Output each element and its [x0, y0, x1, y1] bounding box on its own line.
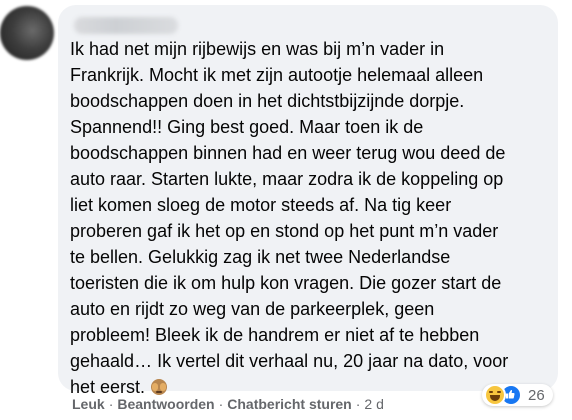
separator-dot: ·	[355, 396, 361, 412]
comment-line: Spannend!! Ging best goed. Maar toen ik …	[70, 117, 424, 137]
haha-icon	[484, 384, 506, 406]
separator-dot: ·	[108, 396, 114, 412]
comment-line: gehaald… Ik vertel dit verhaal nu, 20 ja…	[70, 351, 509, 371]
comment-line: auto en rijdt zo weg van de parkeerplek,…	[70, 299, 435, 319]
comment-actions: Leuk · Beantwoorden · Chatbericht sturen · 2 d	[72, 396, 384, 412]
comment-line: het eerst.	[70, 377, 146, 397]
comment-line: Frankrijk. Mocht ik met zijn autootje he…	[70, 65, 484, 85]
comment-line: te bellen. Gelukkig zag ik net twee Nede…	[70, 247, 451, 267]
avatar[interactable]	[0, 6, 54, 60]
comment-text: Ik had net mijn rijbewijs en was bij m’n…	[70, 36, 550, 400]
comment-line: Ik had net mijn rijbewijs en was bij m’n…	[70, 39, 445, 59]
comment-line: probleem! Bleek ik de handrem er niet af…	[70, 325, 480, 345]
message-button[interactable]: Chatbericht sturen	[227, 396, 351, 412]
like-button[interactable]: Leuk	[72, 396, 105, 412]
comment-line: auto raar. Starten lukte, maar zodra ik …	[70, 169, 504, 189]
comment-line: proberen gaf ik het op en stond op het p…	[70, 221, 499, 241]
timestamp[interactable]: 2 d	[364, 396, 383, 412]
reply-button[interactable]: Beantwoorden	[117, 396, 214, 412]
reaction-count: 26	[528, 386, 545, 404]
comment-line: liet komen sloeg de motor steeds af. Na …	[70, 195, 452, 215]
comment-line: boodschappen binnen had en weer terug wo…	[70, 143, 506, 163]
reactions-summary[interactable]: 26	[482, 384, 553, 406]
comment-line: boodschappen doen in het dichtstbijzijnd…	[70, 91, 465, 111]
separator-dot: ·	[218, 396, 224, 412]
see-no-evil-monkey-icon	[150, 379, 168, 395]
comment-line: toeristen die ik om hulp kon vragen. Die…	[70, 273, 502, 293]
author-name-redacted[interactable]	[74, 17, 178, 34]
comment-bubble: Ik had net mijn rijbewijs en was bij m’n…	[58, 5, 558, 397]
